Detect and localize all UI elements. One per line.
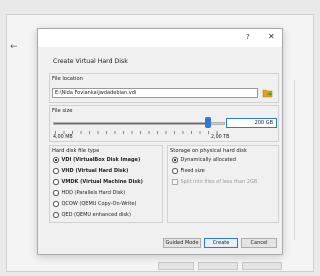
radio-disk-type-option[interactable]: VHD (Virtual Hard Disk) (53, 167, 128, 175)
file-size-slider[interactable] (53, 122, 225, 125)
radio-button (53, 157, 59, 163)
size-min-label: 4,00 MB (53, 135, 73, 140)
radio-button (172, 168, 178, 174)
guided-mode-button[interactable]: Guided Mode (163, 238, 201, 248)
checkbox-label: Split into files of less than 2GB (180, 179, 258, 185)
radio-button (53, 190, 59, 196)
file-location-input[interactable]: E:\Nida Fovianka\jwdadebian.vdi (52, 88, 258, 98)
radio-label: Dynamically allocated (180, 157, 236, 163)
file-size-input[interactable]: 200 GB (226, 118, 277, 128)
create-button[interactable]: Create (204, 238, 238, 248)
radio-button (53, 179, 59, 185)
split-files-checkbox[interactable]: Split into files of less than 2GB (172, 178, 257, 186)
disk-type-label: Hard disk file type (52, 148, 100, 154)
file-location-label: File location (52, 76, 83, 82)
radio-label: VMDK (Virtual Machine Disk) (61, 179, 143, 185)
radio-label: QED (QEMU enhanced disk) (61, 212, 131, 218)
radio-button (53, 212, 59, 218)
radio-label: QCOW (QEMU Copy-On-Write) (61, 201, 137, 207)
radio-label: Fixed size (180, 168, 205, 174)
radio-dynamically-allocated[interactable]: Dynamically allocated (172, 156, 236, 164)
cancel-button[interactable]: Cancel (241, 238, 277, 248)
background-panel-edge (294, 80, 308, 240)
slider-ticks (55, 131, 225, 134)
background-button (242, 262, 282, 270)
radio-disk-type-option[interactable]: QED (QEMU enhanced disk) (53, 211, 131, 219)
radio-button (53, 168, 59, 174)
radio-disk-type-option[interactable]: QCOW (QEMU Copy-On-Write) (53, 200, 136, 208)
size-max-label: 2,00 TB (211, 135, 230, 140)
back-arrow-icon[interactable]: ← (10, 42, 18, 52)
folder-browse-icon[interactable] (262, 88, 273, 98)
radio-label: VHD (Virtual Hard Disk) (61, 168, 129, 174)
background-button (158, 262, 194, 270)
file-size-slider-fill (54, 123, 207, 124)
radio-disk-type-option[interactable]: VMDK (Virtual Machine Disk) (53, 178, 143, 186)
radio-label: VDI (VirtualBox Disk Image) (61, 157, 141, 163)
dialog-heading: Create Virtual Hard Disk (53, 58, 128, 65)
checkbox (172, 179, 178, 185)
radio-fixed-size[interactable]: Fixed size (172, 167, 205, 175)
file-size-label: File size (52, 108, 73, 114)
help-icon[interactable]: ? (246, 33, 250, 41)
background-button (198, 262, 238, 270)
radio-disk-type-option[interactable]: HDD (Parallels Hard Disk) (53, 189, 125, 197)
radio-button (172, 157, 178, 163)
radio-label: HDD (Parallels Hard Disk) (61, 190, 126, 196)
storage-label: Storage on physical hard disk (170, 148, 247, 154)
file-size-slider-thumb[interactable] (204, 117, 211, 128)
radio-disk-type-option[interactable]: VDI (VirtualBox Disk Image) (53, 156, 140, 164)
close-icon[interactable]: ✕ (268, 32, 275, 41)
radio-button (53, 201, 59, 207)
